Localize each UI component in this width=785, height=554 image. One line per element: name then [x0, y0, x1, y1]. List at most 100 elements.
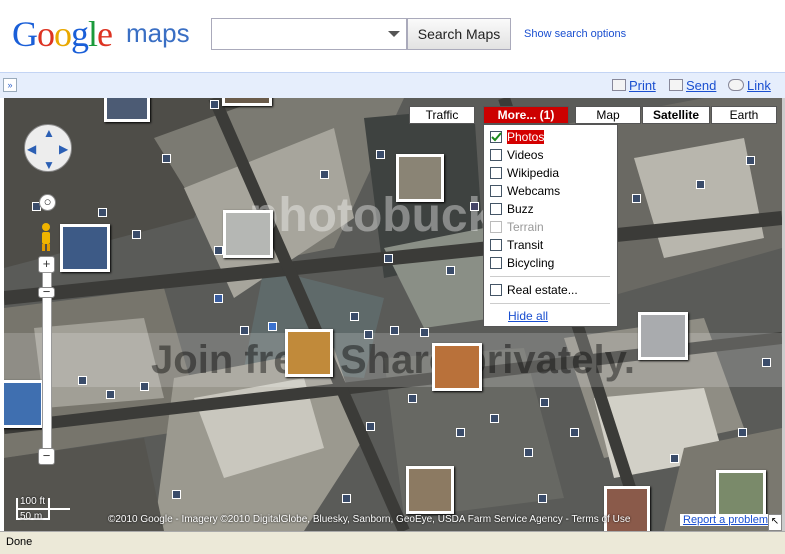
photo-marker[interactable]: [214, 294, 223, 303]
layer-videos[interactable]: Videos: [490, 148, 543, 164]
status-text: Done: [6, 536, 33, 548]
photo-marker[interactable]: [350, 312, 359, 321]
checkbox-icon[interactable]: [490, 149, 502, 161]
photo-thumbnail[interactable]: [396, 154, 444, 202]
checkbox-icon[interactable]: [490, 185, 502, 197]
satellite-view-button[interactable]: Satellite: [642, 106, 710, 124]
photo-thumbnail[interactable]: [104, 98, 150, 122]
status-bar: Done: [0, 531, 785, 554]
photo-marker[interactable]: [746, 156, 755, 165]
zoom-slider[interactable]: [42, 272, 52, 452]
resize-corner-icon[interactable]: ↖: [768, 514, 782, 531]
pegman-icon[interactable]: [39, 222, 53, 252]
photo-marker[interactable]: [376, 150, 385, 159]
photo-marker[interactable]: [456, 428, 465, 437]
traffic-button[interactable]: Traffic: [409, 106, 475, 124]
print-link[interactable]: Print: [612, 78, 656, 93]
pan-down-icon[interactable]: ▼: [43, 158, 55, 172]
photo-marker[interactable]: [78, 376, 87, 385]
search-box[interactable]: [211, 18, 407, 50]
photo-marker[interactable]: [538, 494, 547, 503]
search-input[interactable]: [212, 19, 382, 49]
scale-ft-label: 100 ft: [20, 496, 46, 507]
zoom-in-button[interactable]: +: [38, 256, 55, 273]
layer-label: Bicycling: [507, 256, 555, 270]
map-view-button[interactable]: Map: [575, 106, 641, 124]
checkbox-icon[interactable]: [490, 284, 502, 296]
checkbox-checked-icon[interactable]: [490, 131, 502, 143]
photo-marker[interactable]: [214, 246, 223, 255]
pan-control[interactable]: ▲ ▼ ◀ ▶: [24, 124, 72, 172]
show-search-options-link[interactable]: Show search options: [524, 28, 626, 40]
photo-marker[interactable]: [390, 326, 399, 335]
photo-marker[interactable]: [524, 448, 533, 457]
photo-thumbnail[interactable]: [222, 98, 272, 106]
photo-marker[interactable]: [540, 398, 549, 407]
photo-thumbnail[interactable]: [432, 343, 482, 391]
photo-thumbnail[interactable]: [223, 210, 273, 258]
photo-marker[interactable]: [384, 254, 393, 263]
search-history-dropdown-icon[interactable]: [388, 31, 400, 37]
photo-marker[interactable]: [570, 428, 579, 437]
earth-view-button[interactable]: Earth: [711, 106, 777, 124]
layer-label: Terrain: [507, 220, 544, 234]
photo-marker[interactable]: [490, 414, 499, 423]
photo-marker[interactable]: [98, 208, 107, 217]
photo-marker[interactable]: [364, 330, 373, 339]
layer-webcams[interactable]: Webcams: [490, 184, 560, 200]
layer-wikipedia[interactable]: Wikipedia: [490, 166, 559, 182]
report-problem-link[interactable]: Report a problem: [680, 514, 771, 526]
rotate-reset-icon[interactable]: ○: [39, 194, 56, 211]
checkbox-icon[interactable]: [490, 167, 502, 179]
photo-marker[interactable]: [268, 322, 277, 331]
photo-marker[interactable]: [240, 326, 249, 335]
photo-thumbnail[interactable]: [716, 470, 766, 518]
layer-bicycling[interactable]: Bicycling: [490, 256, 554, 272]
collapse-panel-button[interactable]: »: [3, 78, 17, 92]
layer-buzz[interactable]: Buzz: [490, 202, 534, 218]
photo-thumbnail[interactable]: [4, 380, 44, 428]
pan-right-icon[interactable]: ▶: [59, 142, 68, 156]
pan-up-icon[interactable]: ▲: [43, 126, 55, 140]
photo-marker[interactable]: [446, 266, 455, 275]
photo-thumbnail[interactable]: [60, 224, 110, 272]
photo-marker[interactable]: [210, 100, 219, 109]
menu-divider: [490, 303, 610, 304]
photo-thumbnail[interactable]: [285, 329, 333, 377]
checkbox-icon[interactable]: [490, 257, 502, 269]
photo-marker[interactable]: [106, 390, 115, 399]
zoom-slider-handle[interactable]: −: [38, 285, 55, 298]
photo-thumbnail[interactable]: [638, 312, 688, 360]
google-logo[interactable]: Google: [12, 12, 113, 56]
photo-thumbnail[interactable]: [406, 466, 454, 514]
photo-marker[interactable]: [632, 194, 641, 203]
photo-marker[interactable]: [366, 422, 375, 431]
photo-marker[interactable]: [320, 170, 329, 179]
photo-marker[interactable]: [738, 428, 747, 437]
photo-marker[interactable]: [132, 230, 141, 239]
checkbox-icon[interactable]: [490, 203, 502, 215]
send-link[interactable]: Send: [669, 78, 716, 93]
photo-marker[interactable]: [470, 202, 479, 211]
search-maps-button[interactable]: Search Maps: [407, 18, 511, 50]
layer-real-estate[interactable]: Real estate...: [490, 283, 578, 299]
pan-left-icon[interactable]: ◀: [27, 142, 36, 156]
photo-marker[interactable]: [172, 490, 181, 499]
satellite-map[interactable]: photobucket Join free. Share privately. …: [4, 98, 782, 531]
layer-photos[interactable]: Photos: [490, 130, 545, 146]
layer-transit[interactable]: Transit: [490, 238, 543, 254]
photo-marker[interactable]: [696, 180, 705, 189]
photo-marker[interactable]: [762, 358, 771, 367]
map-toolbar: » Print Send Link: [0, 72, 785, 98]
checkbox-icon[interactable]: [490, 239, 502, 251]
link-link[interactable]: Link: [728, 78, 771, 93]
hide-all-link[interactable]: Hide all: [508, 309, 548, 323]
zoom-out-button[interactable]: −: [38, 448, 55, 465]
photo-marker[interactable]: [162, 154, 171, 163]
photo-marker[interactable]: [342, 494, 351, 503]
photo-marker[interactable]: [670, 454, 679, 463]
photo-marker[interactable]: [140, 382, 149, 391]
photo-marker[interactable]: [408, 394, 417, 403]
photo-marker[interactable]: [420, 328, 429, 337]
more-layers-button[interactable]: More... (1): [483, 106, 569, 124]
